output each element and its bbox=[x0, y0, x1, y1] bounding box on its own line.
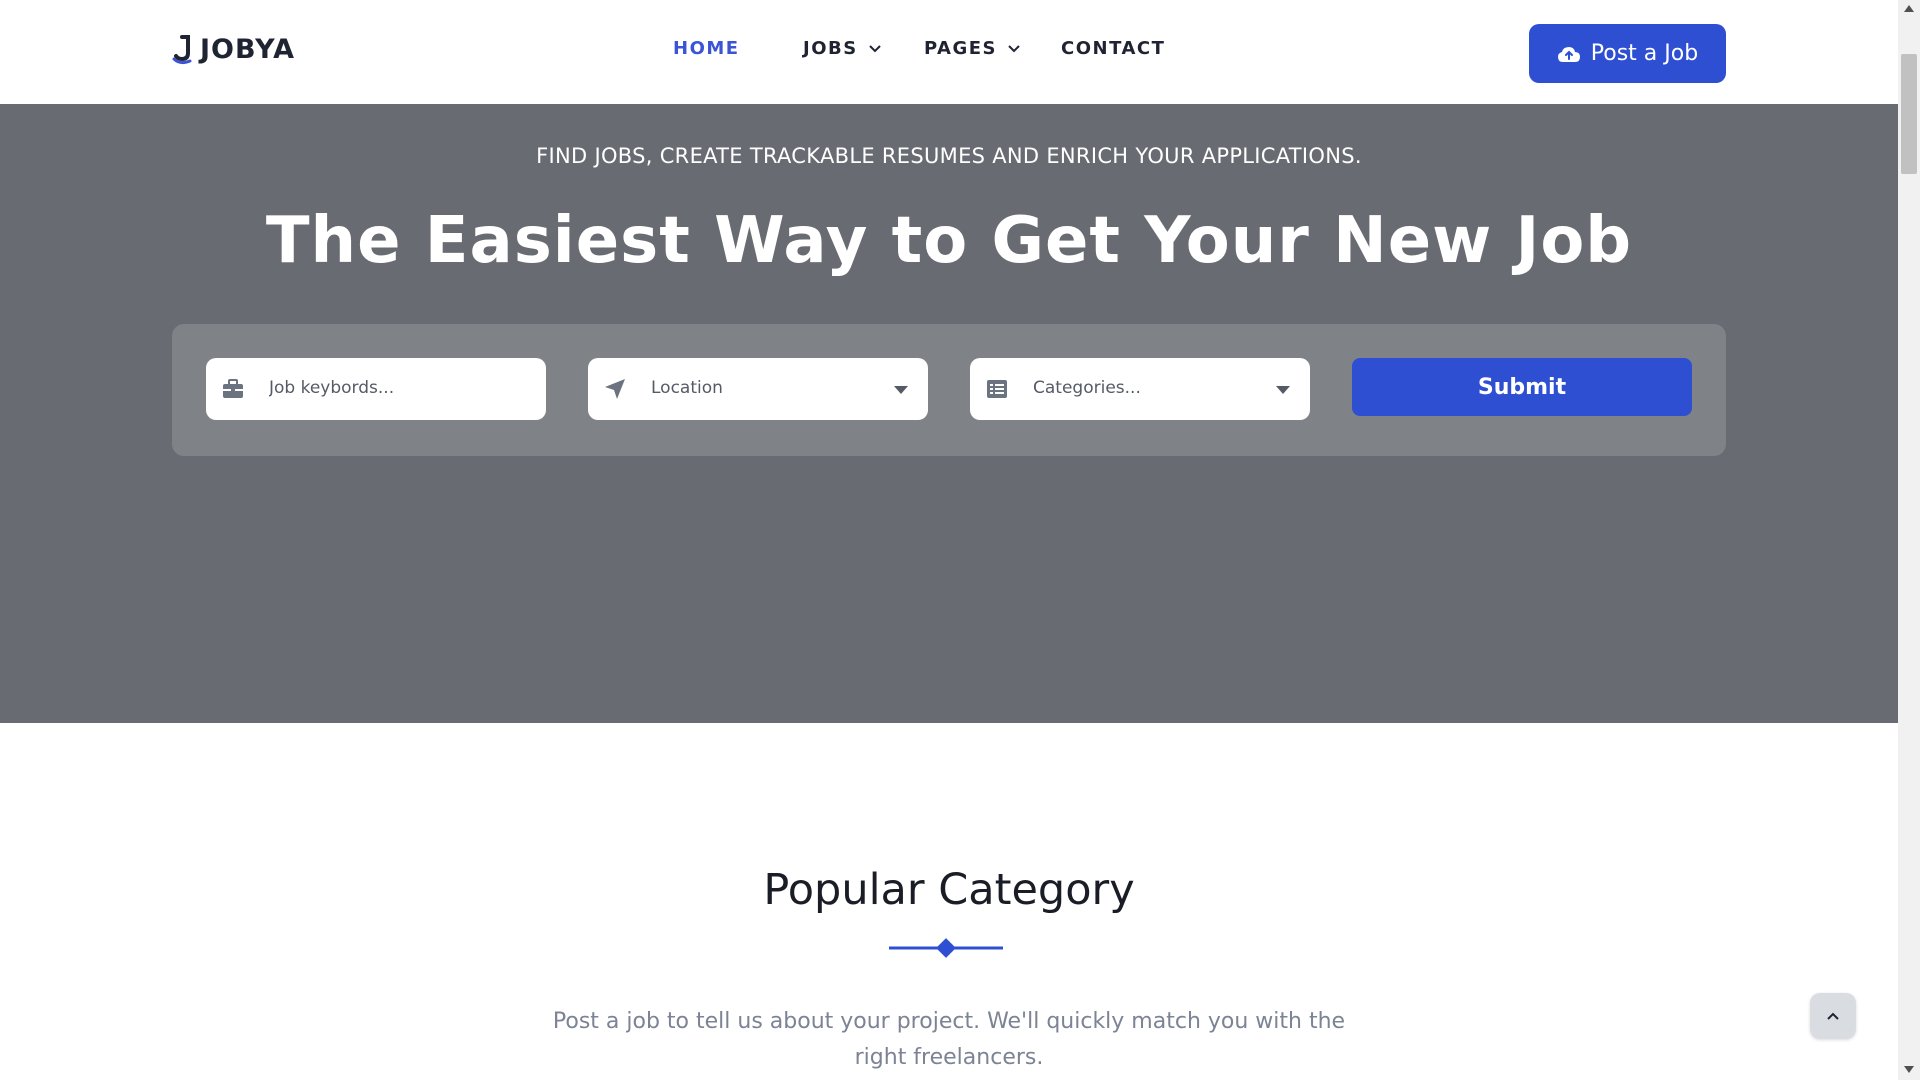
scroll-to-top-button[interactable] bbox=[1810, 993, 1856, 1039]
hero-tagline: FIND JOBS, CREATE TRACKABLE RESUMES AND … bbox=[536, 144, 1362, 168]
categories-value: Categories... bbox=[1033, 378, 1141, 398]
location-value: Location bbox=[651, 378, 723, 398]
categories-select[interactable]: Categories... bbox=[970, 358, 1310, 420]
job-search-form: Location Categories... Submit bbox=[172, 324, 1726, 456]
job-keywords-field[interactable] bbox=[206, 358, 546, 420]
scrollbar-thumb[interactable] bbox=[1901, 54, 1917, 174]
hero-title: The Easiest Way to Get Your New Job bbox=[265, 204, 1633, 278]
list-icon bbox=[987, 380, 1007, 398]
scroll-down-arrow-icon[interactable] bbox=[1904, 1066, 1914, 1074]
chevron-up-icon bbox=[1827, 1012, 1839, 1020]
job-keywords-input[interactable] bbox=[269, 378, 519, 398]
chevron-down-icon bbox=[1008, 44, 1020, 52]
site-header: JOBYA HOME JOBS PAGES CONTACT Post a Job bbox=[0, 0, 1898, 104]
nav-pages-label: PAGES bbox=[924, 38, 998, 59]
nav-pages[interactable]: PAGES bbox=[924, 38, 1021, 59]
cloud-upload-icon bbox=[1557, 46, 1580, 62]
popular-category-description: Post a job to tell us about your project… bbox=[552, 1009, 1346, 1070]
caret-down-icon bbox=[1276, 386, 1290, 394]
scroll-up-arrow-icon[interactable] bbox=[1904, 4, 1914, 12]
post-job-label: Post a Job bbox=[1590, 41, 1699, 66]
popular-category-title: Popular Category bbox=[763, 865, 1135, 915]
nav-contact-label: CONTACT bbox=[1061, 38, 1166, 59]
chevron-down-icon bbox=[868, 44, 881, 52]
hero-section: FIND JOBS, CREATE TRACKABLE RESUMES AND … bbox=[0, 104, 1898, 723]
nav-contact[interactable]: CONTACT bbox=[1061, 38, 1165, 59]
nav-home[interactable]: HOME bbox=[673, 38, 740, 59]
section-divider bbox=[889, 938, 1003, 958]
nav-jobs-label: JOBS bbox=[803, 38, 858, 59]
post-job-button[interactable]: Post a Job bbox=[1529, 24, 1726, 83]
caret-down-icon bbox=[894, 386, 908, 394]
location-arrow-icon bbox=[605, 379, 625, 399]
nav-jobs[interactable]: JOBS bbox=[803, 38, 882, 59]
location-select[interactable]: Location bbox=[588, 358, 928, 420]
submit-button[interactable]: Submit bbox=[1352, 358, 1692, 416]
nav-home-label: HOME bbox=[673, 38, 740, 59]
page-scrollbar[interactable] bbox=[1898, 0, 1920, 1080]
briefcase-icon bbox=[223, 379, 243, 398]
